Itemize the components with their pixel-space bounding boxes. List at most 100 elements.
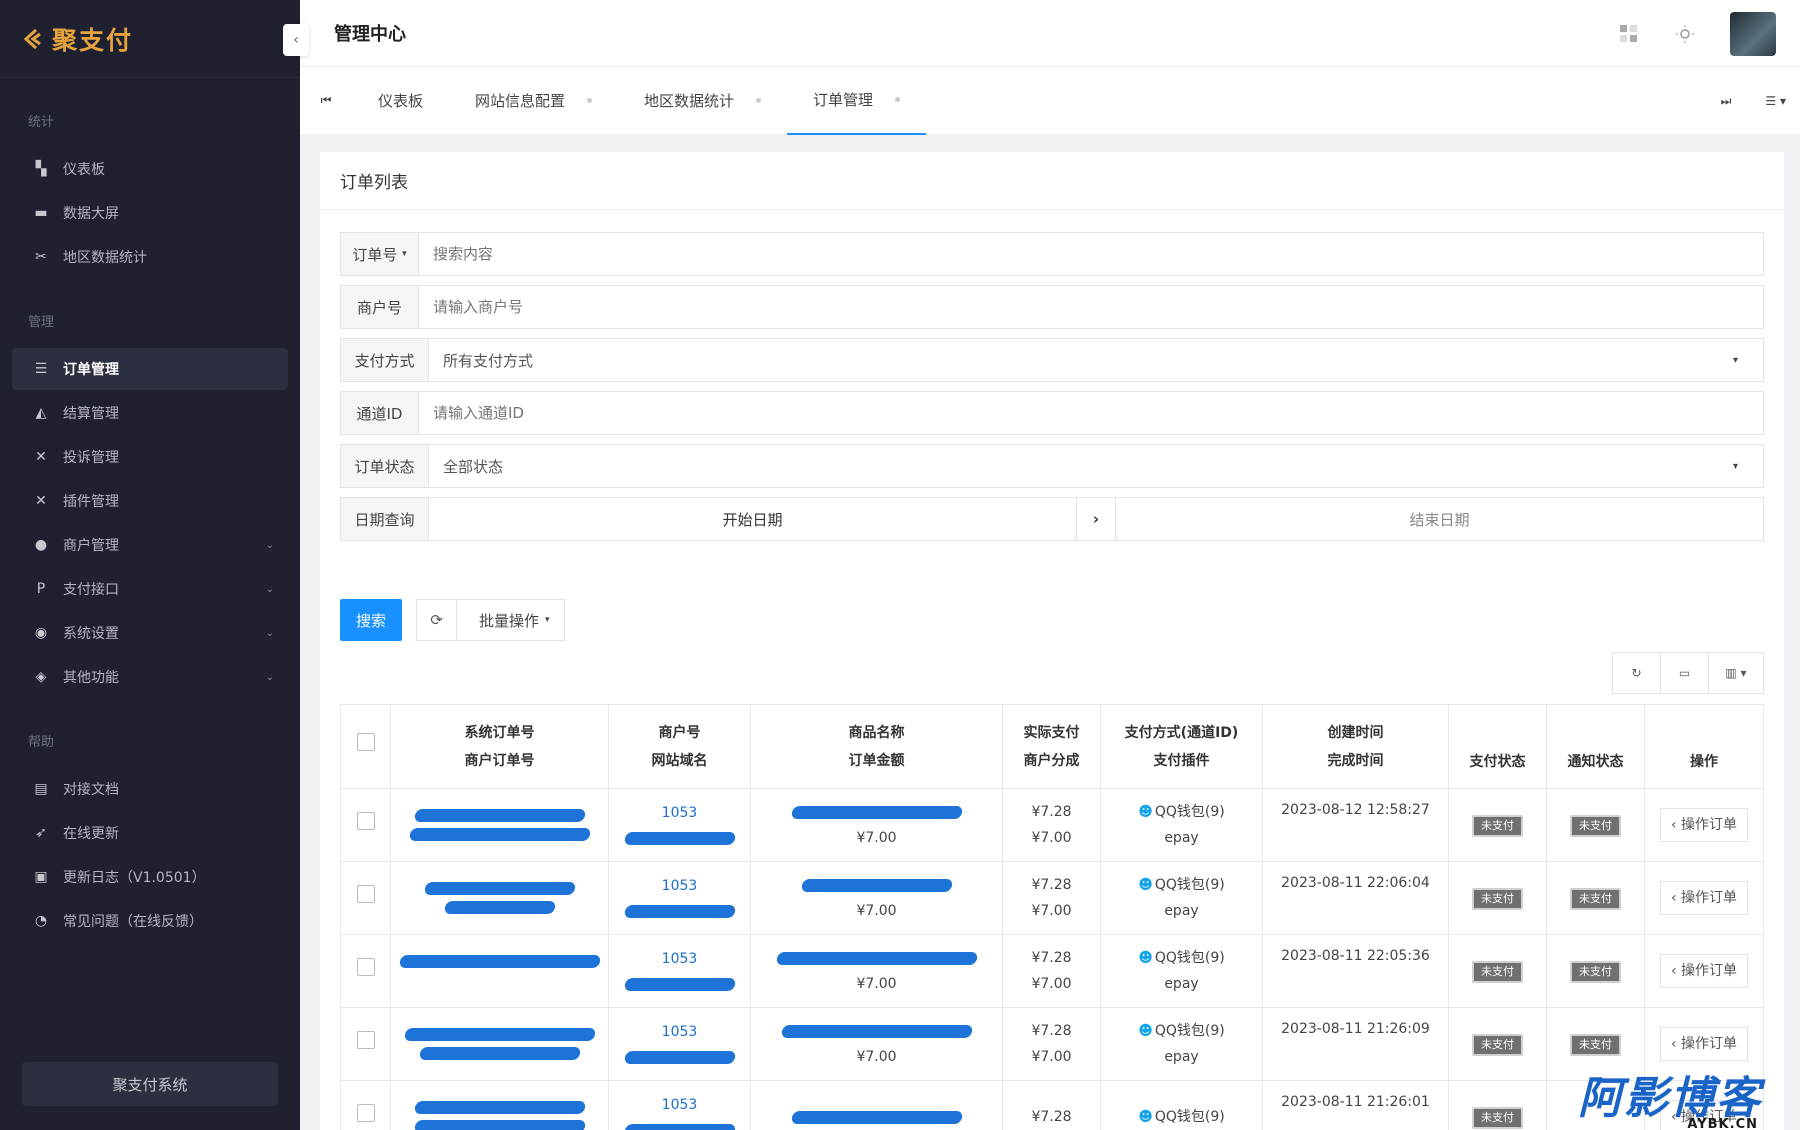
status-select[interactable]: 全部状态: [429, 456, 1733, 477]
tab-item[interactable]: 网站信息配置: [449, 67, 618, 135]
table-row[interactable]: 1053 ¥7.00 ¥7.28 ¥7.00 ☻ QQ钱包(9) epay 2023-08-1…: [340, 934, 1764, 1008]
sidebar-item-label: 支付接口: [63, 582, 119, 598]
theme-toggle-icon[interactable]: [1674, 23, 1696, 45]
qq-wallet-icon: ☻: [1138, 804, 1153, 820]
op-cell: ‹ 操作订单: [1644, 1007, 1764, 1081]
sidebar-item[interactable]: ✕ 投诉管理: [12, 436, 288, 478]
table-header-row: 系统订单号 商户订单号 商户号 网站域名 商品名称 订单金额 实际支付 商户分成 支付方…: [340, 704, 1764, 789]
order-no-select[interactable]: 订单号 ▾: [341, 233, 419, 275]
select-all-cell: [340, 704, 391, 789]
batch-actions-button[interactable]: 批量操作 ▾: [457, 610, 564, 631]
sidebar-item[interactable]: ◔ 常见问题（在线反馈）: [12, 900, 288, 942]
row-checkbox[interactable]: [356, 1030, 375, 1049]
table-row[interactable]: 1053 ¥7.00 ¥7.28 ¥7.00 ☻ QQ钱包(9) epay 2023-08-1…: [340, 788, 1764, 862]
pay-method-filter[interactable]: 支付方式 所有支付方式 ▾: [340, 338, 1764, 382]
sidebar-item[interactable]: ◭ 结算管理: [12, 392, 288, 434]
merchant-share: ¥7.00: [1031, 830, 1072, 846]
col-merchant[interactable]: 商户号 网站域名: [608, 704, 751, 789]
row-checkbox[interactable]: [356, 957, 375, 976]
operate-order-button[interactable]: ‹ 操作订单: [1659, 1027, 1749, 1061]
pay-method-select[interactable]: 所有支付方式: [429, 350, 1733, 371]
row-checkbox[interactable]: [356, 811, 375, 830]
tab-close-dot-icon[interactable]: [587, 98, 593, 103]
tab-item[interactable]: 订单管理: [787, 67, 927, 135]
sidebar-item[interactable]: ◈ 其他功能 ⌄: [12, 656, 288, 698]
refresh-icon[interactable]: ↻: [1613, 653, 1661, 693]
sidebar-item[interactable]: ● 商户管理 ⌄: [12, 524, 288, 566]
table-row[interactable]: 1053 ¥7.28 ☻ QQ钱包(9) 2023-08-11 21:26:01 未支付…: [340, 1080, 1764, 1130]
operate-order-button[interactable]: ‹ 操作订单: [1659, 881, 1749, 915]
col-pay-status[interactable]: 支付状态: [1448, 704, 1547, 789]
sidebar-item[interactable]: P 支付接口 ⌄: [12, 568, 288, 610]
tab-close-dot-icon[interactable]: [756, 98, 762, 103]
sidebar-item[interactable]: ◉ 系统设置 ⌄: [12, 612, 288, 654]
notify-status-cell: 未支付: [1546, 788, 1645, 862]
table-row[interactable]: 1053 ¥7.00 ¥7.28 ¥7.00 ☻ QQ钱包(9) epay 2023-08-1…: [340, 861, 1764, 935]
sidebar-item[interactable]: ▬ 数据大屏: [12, 192, 288, 234]
notify-status-badge: 未支付: [1570, 961, 1621, 983]
sidebar-item[interactable]: ✂ 地区数据统计: [12, 236, 288, 278]
sidebar-item[interactable]: ✕ 插件管理: [12, 480, 288, 522]
col-method[interactable]: 支付方式(通道ID) 支付插件: [1100, 704, 1263, 789]
operate-order-button[interactable]: ‹ 操作订单: [1659, 954, 1749, 988]
operate-order-button[interactable]: ‹ 操作订单: [1659, 808, 1749, 842]
tabs-scroll-right-icon[interactable]: ⏭: [1721, 94, 1732, 109]
merchant-id-link[interactable]: 1053: [609, 946, 750, 972]
sidebar-item[interactable]: ☰ 订单管理: [12, 348, 288, 390]
sidebar-item[interactable]: ➶ 在线更新: [12, 812, 288, 854]
tabs-scroll-left-icon[interactable]: ⏮: [300, 93, 352, 108]
col-actual[interactable]: 实际支付 商户分成: [1002, 704, 1101, 789]
sidebar-collapse-button[interactable]: ‹: [283, 24, 309, 56]
apps-grid-icon[interactable]: [1618, 23, 1640, 45]
merchant-id-link[interactable]: 1053: [609, 1019, 750, 1045]
tabs-list: 仪表板 网站信息配置 地区数据统计 订单管理: [352, 67, 927, 135]
sidebar-item-label: 插件管理: [63, 494, 119, 510]
actual-paid: ¥7.28: [1031, 1109, 1072, 1125]
merchant-id-link[interactable]: 1053: [609, 873, 750, 899]
columns-icon[interactable]: ▥ ▾: [1709, 653, 1763, 693]
row-checkbox[interactable]: [356, 1103, 375, 1122]
tab-close-dot-icon[interactable]: [895, 97, 901, 102]
col-notify-status[interactable]: 通知状态: [1546, 704, 1645, 789]
tab-item[interactable]: 地区数据统计: [618, 67, 787, 135]
chevron-down-icon: ⌄: [265, 671, 274, 683]
sidebar-item[interactable]: ▣ 更新日志（V1.0501）: [12, 856, 288, 898]
pay-status-badge: 未支付: [1472, 815, 1523, 837]
watermark-text: 阿影博客: [1578, 1073, 1762, 1124]
tabs-controls: ⏭ ☰ ▾: [1721, 67, 1786, 135]
tab-item[interactable]: 仪表板: [352, 67, 449, 135]
logo[interactable]: 聚支付: [0, 0, 300, 78]
col-product[interactable]: 商品名称 订单金额: [750, 704, 1003, 789]
order-amount: ¥7.00: [856, 829, 897, 846]
table-row[interactable]: 1053 ¥7.00 ¥7.28 ¥7.00 ☻ QQ钱包(9) epay 2023-08-1…: [340, 1007, 1764, 1081]
user-avatar[interactable]: [1730, 12, 1776, 56]
merchant-id-link[interactable]: 1053: [609, 1092, 750, 1118]
toggle-card-view-icon[interactable]: ▭: [1661, 653, 1709, 693]
status-filter[interactable]: 订单状态 全部状态 ▾: [340, 444, 1764, 488]
tabs-menu-icon[interactable]: ☰ ▾: [1765, 94, 1786, 108]
start-date-input[interactable]: 开始日期: [429, 498, 1076, 540]
select-all-checkbox[interactable]: [356, 732, 375, 751]
end-date-input[interactable]: 结束日期: [1116, 498, 1763, 540]
nav-group-title: 管理: [28, 315, 55, 330]
sidebar-footer[interactable]: 聚支付系统: [22, 1062, 278, 1106]
redacted-bar: [790, 805, 963, 819]
merchant-filter: 商户号: [340, 285, 1764, 329]
merchant-id-link[interactable]: 1053: [609, 800, 750, 826]
search-button[interactable]: 搜索: [340, 599, 402, 641]
order-search-input[interactable]: [419, 234, 1763, 274]
reset-icon[interactable]: ⟳: [417, 600, 457, 640]
redacted-bar: [403, 1028, 596, 1041]
select-cell: [340, 788, 391, 862]
complaint-icon: ✕: [35, 449, 47, 465]
merchant-label: 商户号: [341, 286, 419, 328]
row-checkbox[interactable]: [356, 884, 375, 903]
sidebar-item[interactable]: ▚ 仪表板: [12, 148, 288, 190]
sidebar-item[interactable]: ▤ 对接文档: [12, 768, 288, 810]
dashboard-icon: ▚: [35, 161, 47, 177]
merchant-input[interactable]: [419, 287, 1763, 327]
rocket-icon: ➶: [35, 825, 47, 841]
channel-input[interactable]: [419, 393, 1763, 433]
col-order[interactable]: 系统订单号 商户订单号: [390, 704, 609, 789]
col-time[interactable]: 创建时间 完成时间: [1262, 704, 1449, 789]
